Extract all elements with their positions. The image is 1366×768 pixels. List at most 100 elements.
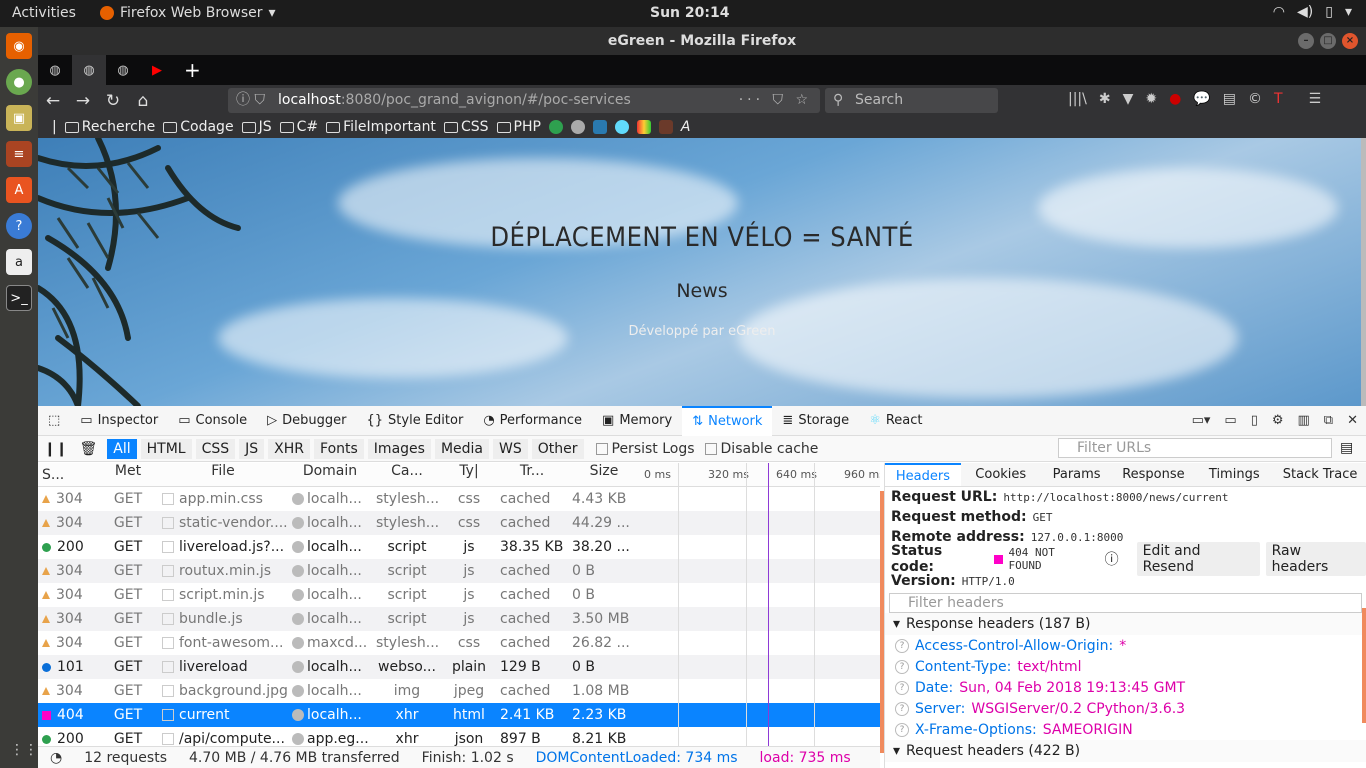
filter-fonts[interactable]: Fonts — [314, 438, 364, 459]
new-tab-button[interactable]: + — [174, 58, 211, 82]
bookmark-script-icon[interactable]: A — [681, 119, 691, 135]
request-headers-section[interactable]: ▾ Request headers (422 B) — [885, 740, 1366, 762]
extension-icon[interactable]: ✱ — [1099, 91, 1111, 107]
edit-resend-button[interactable]: Edit and Resend — [1136, 542, 1260, 576]
table-row[interactable]: 304 GET font-awesom... maxcd... stylesh... cs… — [38, 631, 880, 655]
responsive-icon[interactable]: ▭▾ — [1192, 413, 1211, 428]
help-icon[interactable]: ⓘ — [1105, 549, 1119, 569]
table-row[interactable]: 200 GET livereload.js?... localh... script js… — [38, 535, 880, 559]
menu-icon[interactable]: ☰ — [1309, 91, 1322, 107]
table-row[interactable]: 304 GET script.min.js localh... script js cach… — [38, 583, 880, 607]
col-size[interactable]: Size — [568, 463, 640, 486]
bookmark-folder-css[interactable]: CSS — [443, 119, 489, 135]
help-launcher-icon[interactable]: ? — [6, 213, 32, 239]
raw-headers-button[interactable]: Raw headers — [1265, 542, 1366, 576]
firefox-launcher-icon[interactable]: ◉ — [6, 33, 32, 59]
help-icon[interactable]: ? — [895, 680, 909, 695]
table-row[interactable]: 101 GET livereload localh... webso... plain 12… — [38, 655, 880, 679]
col-domain[interactable]: Domain — [288, 463, 372, 486]
tab-storage[interactable]: ≣ Storage — [772, 406, 859, 436]
gear-icon[interactable]: ⚙ — [1272, 413, 1284, 428]
filter-all[interactable]: All — [107, 438, 137, 459]
tab-performance[interactable]: ◔ Performance — [473, 406, 592, 436]
tab-globe-1[interactable]: ◍ — [38, 55, 72, 85]
dock-side-icon[interactable]: ▥ — [1298, 413, 1310, 428]
element-picker-icon[interactable]: ⬚ — [38, 406, 70, 436]
chat-icon[interactable]: 💬 — [1193, 91, 1210, 107]
tab-memory[interactable]: ▣ Memory — [592, 406, 682, 436]
ublock-icon[interactable]: ● — [1169, 91, 1181, 107]
trash-icon[interactable]: 🗑 — [79, 441, 97, 457]
filter-media[interactable]: Media — [434, 438, 489, 459]
tab-globe-3[interactable]: ◍ — [106, 55, 140, 85]
reader-icon[interactable]: ▤ — [1223, 91, 1236, 107]
page-actions-icon[interactable]: ··· ⛉ ☆ — [739, 88, 812, 113]
disable-cache-checkbox[interactable]: Disable cache — [704, 441, 818, 457]
bookmark-folder-codage[interactable]: Codage — [163, 119, 234, 135]
header-line[interactable]: ? Access-Control-Allow-Origin: * — [885, 635, 1366, 656]
col-cause[interactable]: Ca... — [372, 463, 442, 486]
col-method[interactable]: Met — [98, 463, 158, 486]
tab-active[interactable]: ◍ — [72, 55, 106, 85]
help-icon[interactable]: ? — [895, 701, 909, 716]
tab-react[interactable]: ⚛ React — [859, 406, 932, 436]
split-console-icon[interactable]: ▭ — [1224, 413, 1236, 428]
clock[interactable]: Sun 20:14 — [650, 5, 729, 21]
bookmark-globe-icon[interactable] — [570, 120, 585, 134]
url-bar[interactable]: ⓘ ⛉ localhost:8080/poc_grand_avignon/#/p… — [228, 88, 820, 113]
chrome-launcher-icon[interactable]: ● — [6, 69, 32, 95]
terminal-launcher-icon[interactable]: >_ — [6, 285, 32, 311]
bookmark-hash-icon[interactable] — [658, 120, 673, 134]
close-icon[interactable]: ✕ — [1347, 413, 1358, 428]
filter-urls-input[interactable]: Filter URLs — [1058, 438, 1332, 458]
tab-cookies[interactable]: Cookies — [961, 463, 1041, 486]
documents-launcher-icon[interactable]: ≡ — [6, 141, 32, 167]
screenshot-icon[interactable]: ▯ — [1251, 413, 1258, 428]
table-row[interactable]: 404 GET current localh... xhr html 2.41 KB 2.23… — [38, 703, 880, 727]
home-icon[interactable]: ⌂ — [128, 91, 158, 111]
filter-xhr[interactable]: XHR — [268, 438, 311, 459]
activities-button[interactable]: Activities — [12, 5, 76, 21]
col-type[interactable]: Ty| — [442, 463, 496, 486]
tab-youtube[interactable]: ▶ — [140, 55, 174, 85]
bookmark-h-icon[interactable] — [548, 120, 563, 134]
maximize-icon[interactable]: □ — [1320, 33, 1336, 49]
filter-css[interactable]: CSS — [195, 438, 236, 459]
close-icon[interactable]: × — [1342, 33, 1358, 49]
toggle-sidebar-icon[interactable]: ▤ — [1340, 440, 1353, 456]
undock-icon[interactable]: ⧉ — [1324, 413, 1333, 428]
filter-other[interactable]: Other — [531, 438, 584, 459]
bookmark-blue-icon[interactable] — [592, 120, 607, 134]
filter-headers-input[interactable]: Filter headers — [889, 593, 1362, 613]
header-line[interactable]: ? Server: WSGIServer/0.2 CPython/3.6.3 — [885, 698, 1366, 719]
forward-icon[interactable]: → — [68, 91, 98, 111]
bookmark-folder-recherche[interactable]: Recherche — [64, 119, 155, 135]
settings-extension-icon[interactable]: ✹ — [1145, 91, 1157, 107]
tab-response[interactable]: Response — [1113, 463, 1195, 486]
table-row[interactable]: 304 GET routux.min.js localh... script js cach… — [38, 559, 880, 583]
table-row[interactable]: 304 GET static-vendor.... localh... stylesh.… — [38, 511, 880, 535]
software-launcher-icon[interactable]: A — [6, 177, 32, 203]
amazon-launcher-icon[interactable]: a — [6, 249, 32, 275]
col-file[interactable]: File — [158, 463, 288, 486]
bookmark-folder-fileimportant[interactable]: FileImportant — [326, 119, 436, 135]
col-status[interactable]: S... — [38, 463, 98, 486]
header-line[interactable]: ? X-Frame-Options: SAMEORIGIN — [885, 719, 1366, 740]
tab-params[interactable]: Params — [1041, 463, 1113, 486]
bookmark-html-icon[interactable] — [636, 120, 651, 134]
react-icon[interactable] — [614, 120, 629, 134]
filter-images[interactable]: Images — [367, 438, 431, 459]
page-scrollbar[interactable] — [1361, 138, 1366, 406]
tab-debugger[interactable]: ▷ Debugger — [257, 406, 356, 436]
tab-inspector[interactable]: ▭ Inspector — [70, 406, 168, 436]
files-launcher-icon[interactable]: ▣ — [6, 105, 32, 131]
response-headers-section[interactable]: ▾ Response headers (187 B) — [885, 613, 1366, 635]
back-icon[interactable]: ← — [38, 91, 68, 111]
vue-devtools-icon[interactable]: ▼ — [1123, 91, 1134, 107]
tab-console[interactable]: ▭ Console — [168, 406, 257, 436]
pause-icon[interactable]: ❙❙ — [44, 441, 67, 457]
table-row[interactable]: 304 GET app.min.css localh... stylesh... css c… — [38, 487, 880, 511]
bookmark-folder-php[interactable]: PHP — [496, 119, 541, 135]
help-icon[interactable]: ? — [895, 638, 909, 653]
help-icon[interactable]: ? — [895, 722, 909, 737]
